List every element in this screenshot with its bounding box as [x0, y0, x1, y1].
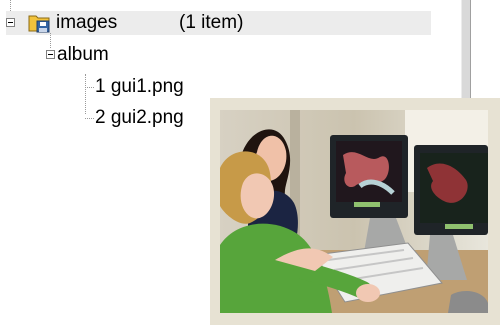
tree-item-label: 1 gui1.png — [95, 76, 184, 97]
vertical-scrollbar[interactable] — [461, 0, 471, 100]
tree-item-images[interactable]: images (1 item) — [6, 11, 431, 35]
tree-item-label: album — [57, 44, 109, 65]
photo-thumbnail — [220, 110, 488, 313]
folder-save-icon — [28, 15, 50, 33]
collapse-icon[interactable] — [46, 50, 55, 59]
photo-preview — [210, 98, 500, 325]
tree-item-label: images — [56, 12, 118, 33]
tree-item-count: (1 item) — [179, 12, 244, 33]
collapse-icon[interactable] — [6, 18, 15, 27]
tree-item-label: 2 gui2.png — [95, 107, 184, 128]
